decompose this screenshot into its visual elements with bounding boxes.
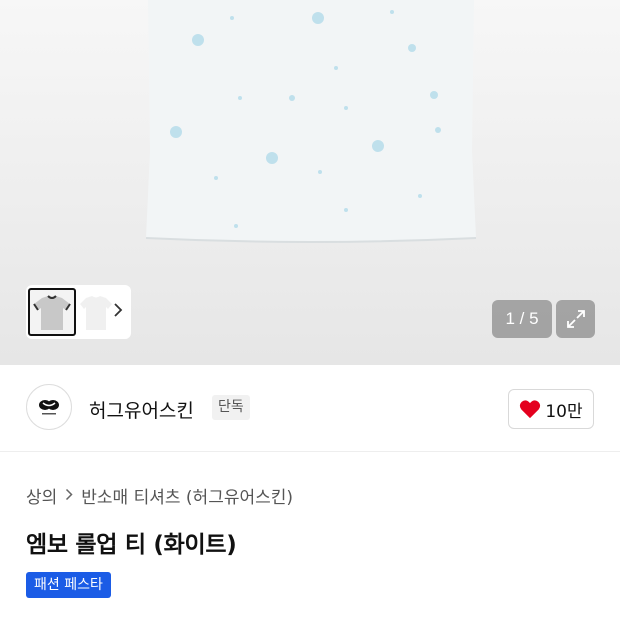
expand-icon[interactable] xyxy=(556,300,595,338)
breadcrumb-category[interactable]: 반소매 티셔츠 (허그유어스킨) xyxy=(81,483,293,508)
product-title: 엠보 롤업 티 (화이트) xyxy=(26,532,237,558)
product-image-gallery[interactable]: 1 / 5 xyxy=(0,0,620,365)
thumbnail-2[interactable] xyxy=(78,290,114,334)
breadcrumb-root[interactable]: 상의 xyxy=(26,483,57,508)
breadcrumb: 상의 반소매 티셔츠 (허그유어스킨) xyxy=(26,483,293,508)
heart-icon xyxy=(520,400,541,419)
image-counter: 1 / 5 xyxy=(492,300,552,338)
thumbnail-strip[interactable] xyxy=(26,285,131,339)
brand-name[interactable]: 허그유어스킨 xyxy=(89,396,194,423)
exclusive-tag: 단독 xyxy=(212,395,250,420)
brand-logo[interactable] xyxy=(26,384,72,430)
chevron-right-icon xyxy=(65,487,73,505)
thumbnail-1[interactable] xyxy=(28,288,76,336)
like-button[interactable]: 10만 xyxy=(508,389,594,429)
like-count: 10만 xyxy=(545,401,583,422)
chevron-right-icon[interactable] xyxy=(113,302,123,322)
brand-row: 허그유어스킨 단독 10만 xyxy=(0,366,620,452)
event-badge[interactable]: 패션 페스타 xyxy=(26,572,111,598)
